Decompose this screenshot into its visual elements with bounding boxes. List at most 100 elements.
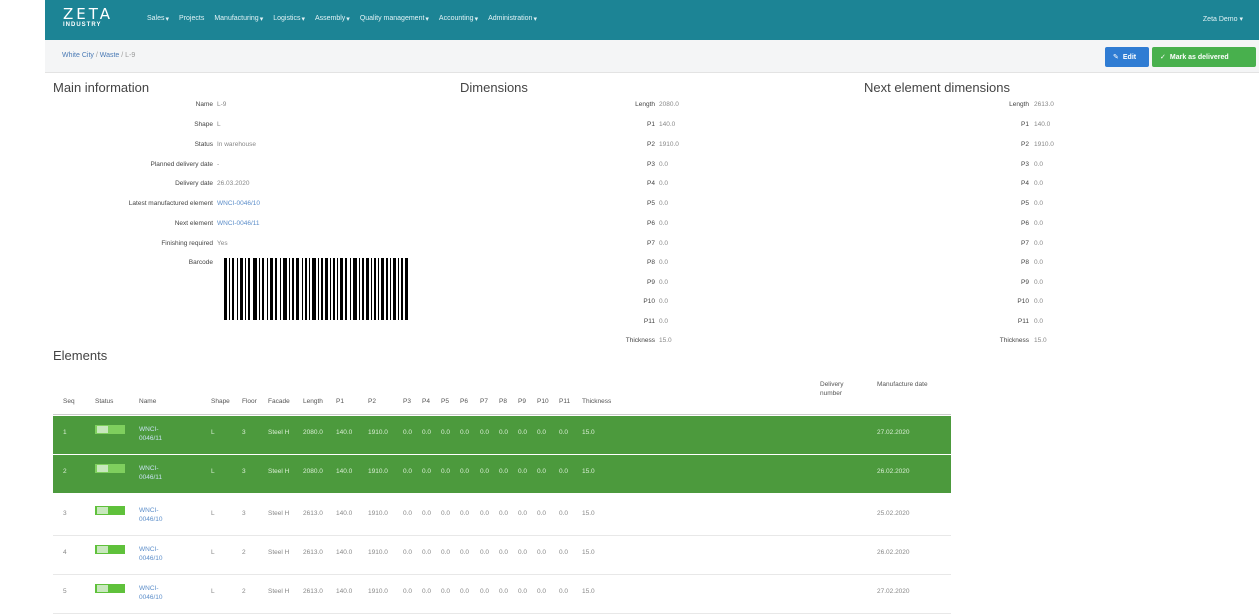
table-row[interactable]: 3 WNCI-0046/10 L 3 Steel H 2613.0 140.0 … <box>53 497 951 536</box>
field-label: Latest manufactured element <box>128 200 213 207</box>
cell-p7: 0.0 <box>480 588 490 595</box>
cell-thickness: 15.0 <box>582 510 595 517</box>
dim-value: 0.0 <box>659 318 669 325</box>
dim-value: 0.0 <box>659 220 669 227</box>
dim-label: P4 <box>647 180 655 187</box>
menu-sales[interactable]: Sales <box>147 15 165 23</box>
dim-label: P11 <box>643 318 655 325</box>
dim-value: 0.0 <box>659 279 669 286</box>
dim-label: Thickness <box>625 337 655 344</box>
cell-p9: 0.0 <box>518 549 528 556</box>
col-delivery-number[interactable]: Delivery number <box>820 380 854 398</box>
dim-value: 0.0 <box>659 180 669 187</box>
element-name-link[interactable]: WNCI-0046/11 <box>139 425 179 443</box>
col-p2[interactable]: P2 <box>368 397 376 406</box>
element-name-link[interactable]: WNCI-0046/10 <box>139 584 179 602</box>
next-dim-value: 0.0 <box>1034 259 1044 266</box>
menu-logistics[interactable]: Logistics <box>273 15 300 23</box>
next-dim-value: 0.0 <box>1034 240 1044 247</box>
next-dim-value: 0.0 <box>1034 200 1044 207</box>
element-name-link[interactable]: WNCI-0046/10 <box>139 545 179 563</box>
cell-p11: 0.0 <box>559 468 569 475</box>
user-menu[interactable]: Zeta Demo ▾ <box>1203 15 1243 23</box>
table-row[interactable]: 4 WNCI-0046/10 L 2 Steel H 2613.0 140.0 … <box>53 536 951 575</box>
cell-p5: 0.0 <box>441 588 451 595</box>
col-thickness[interactable]: Thickness <box>582 397 611 406</box>
menu-manufacturing[interactable]: Manufacturing <box>214 15 258 23</box>
field-value: Yes <box>217 240 228 247</box>
col-length[interactable]: Length <box>303 397 323 406</box>
field-label: Finishing required <box>161 240 213 247</box>
latest-element-link[interactable]: WNCI-0046/10 <box>217 200 260 207</box>
col-p1[interactable]: P1 <box>336 397 344 406</box>
menu-quality-management[interactable]: Quality management <box>360 15 425 23</box>
dim-value: 0.0 <box>659 200 669 207</box>
caret-down-icon: ▾ <box>533 16 537 23</box>
col-manufacture-date[interactable]: Manufacture date <box>877 380 939 389</box>
next-dim-value: 0.0 <box>1034 318 1044 325</box>
col-name[interactable]: Name <box>139 397 156 406</box>
element-name-link[interactable]: WNCI-0046/10 <box>139 506 179 524</box>
col-p10[interactable]: P10 <box>537 397 549 406</box>
col-shape[interactable]: Shape <box>211 397 230 406</box>
breadcrumb-bar: White City / Waste / L-9 ✎ Edit ✓ Mark a… <box>45 40 1259 73</box>
col-status[interactable]: Status <box>95 397 113 406</box>
col-p4[interactable]: P4 <box>422 397 430 406</box>
breadcrumb-project[interactable]: White City <box>62 52 94 59</box>
col-p8[interactable]: P8 <box>499 397 507 406</box>
cell-p3: 0.0 <box>403 588 413 595</box>
brand-logo[interactable]: ZETA INDUSTRY <box>63 7 113 29</box>
next-dim-value: 15.0 <box>1034 337 1047 344</box>
field-value: L-9 <box>217 101 227 108</box>
menu-administration[interactable]: Administration <box>488 15 532 23</box>
next-dim-label: P9 <box>1021 279 1029 286</box>
cell-p6: 0.0 <box>460 588 470 595</box>
cell-manufacture-date: 26.02.2020 <box>877 468 910 475</box>
element-name-link[interactable]: WNCI-0046/11 <box>139 464 179 482</box>
cell-p8: 0.0 <box>499 468 509 475</box>
field-value: L <box>217 121 221 128</box>
caret-down-icon: ▾ <box>165 16 170 23</box>
cell-manufacture-date: 27.02.2020 <box>877 429 910 436</box>
cell-p1: 140.0 <box>336 468 353 475</box>
cell-seq: 2 <box>63 468 67 475</box>
dim-label: P8 <box>647 259 655 266</box>
dim-label: P1 <box>647 121 655 128</box>
next-dim-value: 1910.0 <box>1034 141 1054 148</box>
next-dim-label: Thickness <box>999 337 1029 344</box>
dim-label: P10 <box>643 298 655 305</box>
dim-value: 1910.0 <box>659 141 679 148</box>
col-p5[interactable]: P5 <box>441 397 449 406</box>
col-p6[interactable]: P6 <box>460 397 468 406</box>
edit-button[interactable]: ✎ Edit <box>1105 47 1149 67</box>
col-seq[interactable]: Seq <box>63 397 75 406</box>
col-floor[interactable]: Floor <box>242 397 257 406</box>
col-p3[interactable]: P3 <box>403 397 411 406</box>
main-menu: Sales ▾ Projects Manufacturing ▾ Logistics… <box>147 15 537 23</box>
col-facade[interactable]: Facade <box>268 397 290 406</box>
cell-p2: 1910.0 <box>368 429 388 436</box>
table-row[interactable]: 2 WNCI-0046/11 L 3 Steel H 2080.0 140.0 … <box>53 455 951 493</box>
col-p7[interactable]: P7 <box>480 397 488 406</box>
cell-floor: 3 <box>242 468 246 475</box>
menu-projects[interactable]: Projects <box>179 15 204 23</box>
mark-delivered-button[interactable]: ✓ Mark as delivered <box>1152 47 1256 67</box>
dim-value: 0.0 <box>659 298 669 305</box>
next-dim-label: P8 <box>1021 259 1029 266</box>
table-row[interactable]: 5 WNCI-0046/10 L 2 Steel H 2613.0 140.0 … <box>53 575 951 614</box>
next-dim-label: P1 <box>1021 121 1029 128</box>
cell-p10: 0.0 <box>537 429 547 436</box>
cell-p10: 0.0 <box>537 549 547 556</box>
next-dim-value: 140.0 <box>1034 121 1051 128</box>
cell-p4: 0.0 <box>422 429 432 436</box>
table-row[interactable]: 1 WNCI-0046/11 L 3 Steel H 2080.0 140.0 … <box>53 416 951 454</box>
breadcrumb-group[interactable]: Waste <box>100 52 120 59</box>
menu-assembly[interactable]: Assembly <box>315 15 345 23</box>
next-element-link[interactable]: WNCI-0046/11 <box>217 220 260 227</box>
menu-accounting[interactable]: Accounting <box>439 15 474 23</box>
cell-p1: 140.0 <box>336 549 353 556</box>
cell-p9: 0.0 <box>518 468 528 475</box>
cell-p7: 0.0 <box>480 429 490 436</box>
col-p11[interactable]: P11 <box>559 397 570 406</box>
col-p9[interactable]: P9 <box>518 397 526 406</box>
